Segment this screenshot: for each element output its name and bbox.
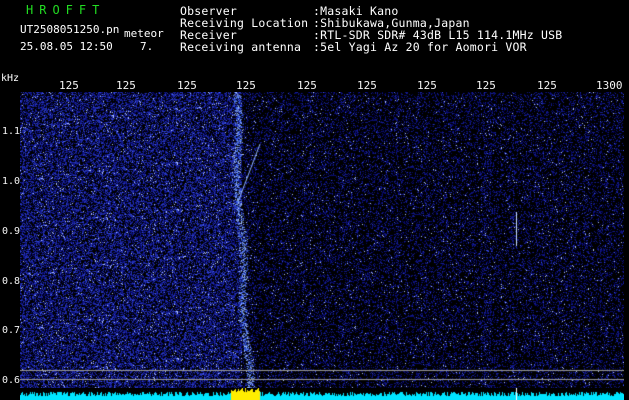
x-tick-label: 125: [236, 79, 256, 92]
x-tick-label: 125: [417, 79, 437, 92]
date-time: 25.08.05 12:50: [20, 41, 113, 52]
detection-count: 7.: [140, 40, 154, 53]
y-tick-label: 1.1: [2, 126, 21, 137]
x-tick-label: 125: [116, 79, 136, 92]
y-tick-label: 0.7: [2, 325, 21, 336]
info-label-antenna: Receiving antenna: [180, 40, 302, 54]
hrofft-spectrogram-window: HROFFT UT2508051250.pn meteor 25.08.05 1…: [0, 0, 629, 400]
x-tick-label: 125: [59, 79, 79, 92]
x-tick-label: 125: [177, 79, 197, 92]
time: 12:50: [79, 40, 113, 53]
x-tick-label: 125: [297, 79, 317, 92]
spectrogram-waterfall: [20, 92, 624, 390]
y-tick-label: 0.6: [2, 375, 21, 386]
y-tick-label: 0.9: [2, 226, 21, 237]
file-name: UT2508051250.pn: [20, 23, 120, 36]
y-axis-unit: kHz: [1, 73, 20, 84]
y-tick-label: 0.8: [2, 276, 21, 287]
y-tick-label: 1.0: [2, 176, 21, 187]
x-tick-label: 125: [537, 79, 557, 92]
mode-label: meteor: [124, 27, 164, 40]
signal-level-scope: [20, 388, 624, 400]
x-tick-label: 125: [357, 79, 377, 92]
date: 25.08.05: [20, 40, 73, 53]
x-tick-label: 1300: [596, 79, 623, 92]
info-value-antenna: :5el Yagi Az 20 for Aomori VOR: [313, 40, 527, 54]
brand-title: HROFFT: [26, 3, 106, 17]
x-tick-label: 125: [476, 79, 496, 92]
